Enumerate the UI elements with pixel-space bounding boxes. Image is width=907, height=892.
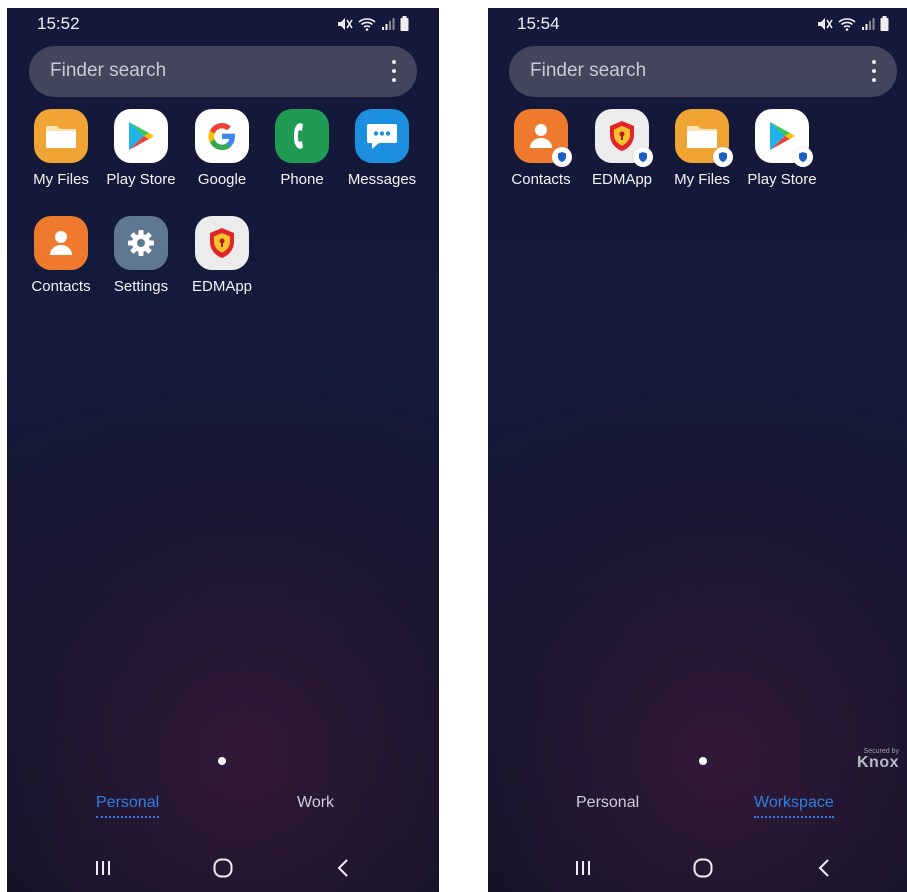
finder-search-bar[interactable]: Finder search (29, 46, 417, 97)
search-input[interactable]: Finder search (50, 60, 166, 82)
knox-badge-icon (552, 147, 572, 167)
phone-icon (275, 109, 329, 163)
page-indicator (699, 757, 707, 765)
app-label: Phone (280, 171, 324, 188)
wifi-icon (838, 17, 856, 31)
app-contacts[interactable]: Contacts (21, 216, 101, 295)
tab-label: Personal (576, 794, 640, 811)
recents-icon[interactable] (88, 853, 118, 883)
mute-icon (817, 17, 833, 31)
contacts-icon (34, 216, 88, 270)
wifi-icon (358, 17, 376, 31)
home-icon[interactable] (208, 853, 238, 883)
home-icon[interactable] (688, 853, 718, 883)
navigation-bar (488, 853, 907, 883)
clock: 15:54 (517, 14, 560, 33)
knox-badge-icon (633, 147, 653, 167)
status-bar: 15:54 (488, 8, 907, 38)
tab-work[interactable]: Work (297, 794, 334, 812)
app-label: Play Store (747, 171, 817, 188)
recents-icon[interactable] (568, 853, 598, 883)
battery-icon (400, 16, 409, 31)
tab-personal[interactable]: Personal (96, 794, 160, 818)
battery-icon (880, 16, 889, 31)
tab-label: Workspace (754, 794, 834, 811)
shield-icon (195, 216, 249, 270)
gear-icon (114, 216, 168, 270)
google-icon (195, 109, 249, 163)
play-store-icon (114, 109, 168, 163)
back-icon[interactable] (328, 853, 358, 883)
knox-watermark: Secured by Knox (857, 748, 899, 772)
app-contacts-work[interactable]: Contacts (501, 109, 581, 188)
personal-home-screen: 15:52 Finder search My Files Play Store … (7, 8, 439, 892)
app-label: Google (197, 171, 247, 188)
app-label: EDMApp (591, 171, 653, 188)
workspace-home-screen: 15:54 Finder search Contacts EDMApp My F… (488, 8, 907, 892)
navigation-bar (7, 853, 439, 883)
tab-personal[interactable]: Personal (576, 794, 639, 812)
app-label: Play Store (106, 171, 176, 188)
app-label: Contacts (511, 171, 571, 188)
app-label: My Files (674, 171, 730, 188)
signal-icon (861, 17, 875, 31)
app-my-files[interactable]: My Files (21, 109, 101, 188)
signal-icon (381, 17, 395, 31)
app-label: Contacts (31, 278, 91, 295)
app-label: EDMApp (191, 278, 253, 295)
search-input[interactable]: Finder search (530, 60, 646, 82)
finder-search-bar[interactable]: Finder search (509, 46, 897, 97)
app-settings[interactable]: Settings (101, 216, 181, 295)
more-options-icon[interactable] (871, 60, 877, 82)
tab-label: Personal (96, 794, 160, 811)
app-my-files-work[interactable]: My Files (662, 109, 742, 188)
app-play-store-work[interactable]: Play Store (742, 109, 822, 188)
app-edmapp[interactable]: EDMApp (182, 216, 262, 295)
app-label: My Files (33, 171, 89, 188)
app-label: Messages (347, 171, 417, 188)
tab-label: Work (297, 794, 335, 811)
mute-icon (337, 17, 353, 31)
more-options-icon[interactable] (391, 60, 397, 82)
app-edmapp-work[interactable]: EDMApp (582, 109, 662, 188)
knox-brand: Knox (857, 754, 899, 771)
status-icons (817, 16, 889, 31)
page-indicator (218, 757, 226, 765)
knox-badge-icon (713, 147, 733, 167)
app-messages[interactable]: Messages (342, 109, 422, 188)
knox-badge-icon (793, 147, 813, 167)
app-label: Settings (113, 278, 169, 295)
messages-icon (355, 109, 409, 163)
app-phone[interactable]: Phone (262, 109, 342, 188)
folder-icon (34, 109, 88, 163)
app-google[interactable]: Google (182, 109, 262, 188)
status-bar: 15:52 (7, 8, 439, 38)
app-play-store[interactable]: Play Store (101, 109, 181, 188)
status-icons (337, 16, 409, 31)
tab-workspace[interactable]: Workspace (754, 794, 834, 818)
back-icon[interactable] (809, 853, 839, 883)
clock: 15:52 (37, 14, 80, 33)
